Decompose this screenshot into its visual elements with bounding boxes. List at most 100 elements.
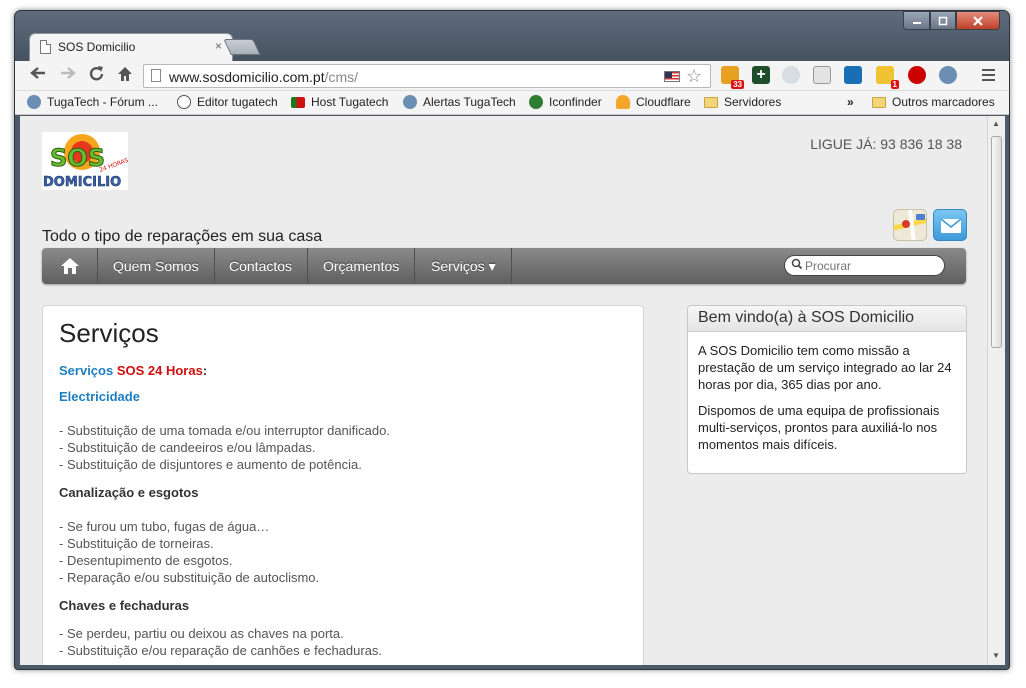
evernote-extension-icon[interactable]: + (752, 66, 770, 84)
intro-servicos: Serviços (59, 363, 114, 378)
browser-toolbar: www.sosdomicilio.com.pt/cms/ ☆ 33 + 1 (15, 61, 1009, 91)
sidebar-title: Bem vindo(a) à SOS Domicilio (688, 306, 966, 332)
section-title-chaves: Chaves e fechaduras (59, 598, 190, 613)
google-maps-icon[interactable] (893, 209, 927, 241)
envelope-icon (940, 218, 962, 233)
bookmark-iconfinder[interactable]: Iconfinder (529, 95, 602, 109)
reload-button[interactable] (88, 65, 106, 87)
other-bookmarks-folder[interactable]: Outros marcadores (872, 95, 995, 109)
list-item: - Substituição de uma tomada e/ou interr… (59, 423, 390, 438)
sos-domicilio-logo: SOS DOMICILIO 24 HORAS (42, 132, 130, 190)
tugatech-extension-icon[interactable] (939, 66, 957, 84)
list-item: - Substituição de disjuntores e aumento … (59, 457, 362, 472)
scrollbar-thumb[interactable] (991, 136, 1002, 348)
gauge-icon (177, 95, 191, 109)
nav-servicos-dropdown[interactable]: Serviços ▾ (416, 248, 512, 284)
bookmark-label: Host Tugatech (311, 95, 389, 109)
intro-sos-24-horas: SOS 24 Horas (116, 363, 203, 378)
phone-number: LIGUE JÁ: 93 836 18 38 (810, 136, 962, 152)
translate-flag-icon[interactable] (664, 71, 680, 82)
tugatech-icon (403, 95, 417, 109)
list-item: - Reparação e/ou substituição de autocli… (59, 570, 320, 585)
maximize-button[interactable] (930, 11, 956, 30)
tab-close-icon[interactable]: × (215, 39, 222, 53)
minimize-icon (912, 21, 921, 24)
canalizacao-list: - Se furou um tubo, fugas de água… - Sub… (59, 518, 627, 586)
svg-text:SOS: SOS (50, 144, 105, 172)
list-item: - Substituição de candeeiros e/ou lâmpad… (59, 440, 316, 455)
folder-icon (872, 96, 886, 108)
bookmark-editor-tugatech[interactable]: Editor tugatech (177, 95, 278, 109)
other-bookmarks-label: Outros marcadores (892, 95, 995, 109)
nav-orcamentos[interactable]: Orçamentos (308, 248, 416, 284)
nav-contactos[interactable]: Contactos (214, 248, 309, 284)
forward-arrow-icon (61, 67, 76, 79)
bookmark-tugatech-forum[interactable]: TugaTech - Fórum ... (27, 95, 158, 109)
list-item: - Se perdeu, partiu ou deixou as chaves … (59, 626, 344, 641)
bookmark-label: Iconfinder (549, 95, 602, 109)
portugal-flag-icon (291, 96, 305, 108)
adblock-extension-icon[interactable] (908, 66, 926, 84)
nav-home-button[interactable] (42, 248, 98, 284)
site-tagline: Todo o tipo de reparações em sua casa (42, 228, 323, 245)
iconfinder-icon (529, 95, 543, 109)
bookmark-folder-servidores[interactable]: Servidores (704, 95, 781, 109)
translate-extension-icon[interactable] (844, 66, 862, 84)
stats-extension-icon[interactable] (813, 66, 831, 84)
nav-quem-somos[interactable]: Quem Somos (98, 248, 215, 284)
bookmark-host-tugatech[interactable]: Host Tugatech (291, 95, 388, 109)
list-item: - Substituição de torneiras. (59, 536, 214, 551)
new-tab-button[interactable] (223, 39, 261, 55)
services-content: Serviços Serviços SOS 24 Horas: Electric… (42, 305, 644, 665)
address-bar[interactable]: www.sosdomicilio.com.pt/cms/ ☆ (143, 64, 711, 88)
svg-text:DOMICILIO: DOMICILIO (43, 175, 121, 190)
page-viewport: SOS DOMICILIO 24 HORAS LIGUE JÁ: 93 836 … (20, 116, 987, 665)
tugatech-icon (27, 95, 41, 109)
back-button[interactable] (29, 65, 47, 85)
bookmark-label: Servidores (724, 95, 782, 109)
main-navigation: Quem Somos Contactos Orçamentos Serviços… (42, 248, 966, 284)
bookmark-label: Editor tugatech (197, 95, 278, 109)
page-title: Serviços (59, 318, 159, 348)
bookmark-label: TugaTech - Fórum ... (47, 95, 158, 109)
services-intro: Serviços SOS 24 Horas: (59, 363, 627, 378)
url-host: www.sosdomicilio.com.pt (169, 69, 325, 85)
forward-button[interactable] (59, 65, 77, 85)
home-icon (118, 67, 132, 81)
list-item: - Desentupimento de esgotos. (59, 553, 233, 568)
window-controls (903, 11, 1000, 32)
bookmarks-overflow-button[interactable]: » (847, 95, 854, 109)
scroll-down-arrow-icon[interactable]: ▼ (992, 651, 1000, 660)
home-icon (60, 258, 79, 274)
reload-icon (89, 66, 104, 81)
minimize-button[interactable] (903, 11, 930, 30)
chrome-menu-icon[interactable] (982, 69, 995, 81)
bookmark-star-icon[interactable]: ☆ (686, 66, 702, 87)
search-extension-icon[interactable] (782, 66, 800, 84)
sidebar-body: A SOS Domicilio tem como missão a presta… (688, 332, 966, 472)
scroll-up-arrow-icon[interactable]: ▲ (992, 119, 1000, 128)
electricidade-list: - Substituição de uma tomada e/ou interr… (59, 422, 627, 473)
notes-extension-icon[interactable]: 1 (876, 66, 899, 89)
bookmark-cloudflare[interactable]: Cloudflare (616, 95, 691, 109)
site-logo[interactable]: SOS DOMICILIO 24 HORAS (42, 132, 130, 190)
home-button[interactable] (116, 65, 134, 87)
notes-count-badge: 1 (890, 80, 899, 89)
vertical-scrollbar[interactable]: ▲ ▼ (987, 116, 1005, 665)
bookmark-label: Cloudflare (636, 95, 691, 109)
list-item: - Se furou um tubo, fugas de água… (59, 519, 270, 534)
mail-extension-icon[interactable]: 33 (721, 66, 744, 89)
bookmark-alertas-tugatech[interactable]: Alertas TugaTech (403, 95, 516, 109)
email-contact-icon[interactable] (933, 209, 967, 241)
search-input[interactable] (805, 258, 940, 273)
browser-window: SOS Domicilio × www.sosdomicilio.com.pt/… (14, 10, 1010, 670)
close-window-button[interactable] (956, 11, 1000, 30)
url-text: www.sosdomicilio.com.pt/cms/ (169, 69, 358, 85)
intro-colon: : (202, 363, 208, 378)
list-item: - Substituição e/ou reparação de canhões… (59, 643, 383, 658)
back-arrow-icon (30, 67, 45, 79)
map-icon (894, 210, 926, 240)
title-bar: SOS Domicilio × (15, 11, 1009, 61)
tab-sos-domicilio[interactable]: SOS Domicilio × (29, 33, 233, 61)
cloudflare-icon (616, 95, 630, 109)
